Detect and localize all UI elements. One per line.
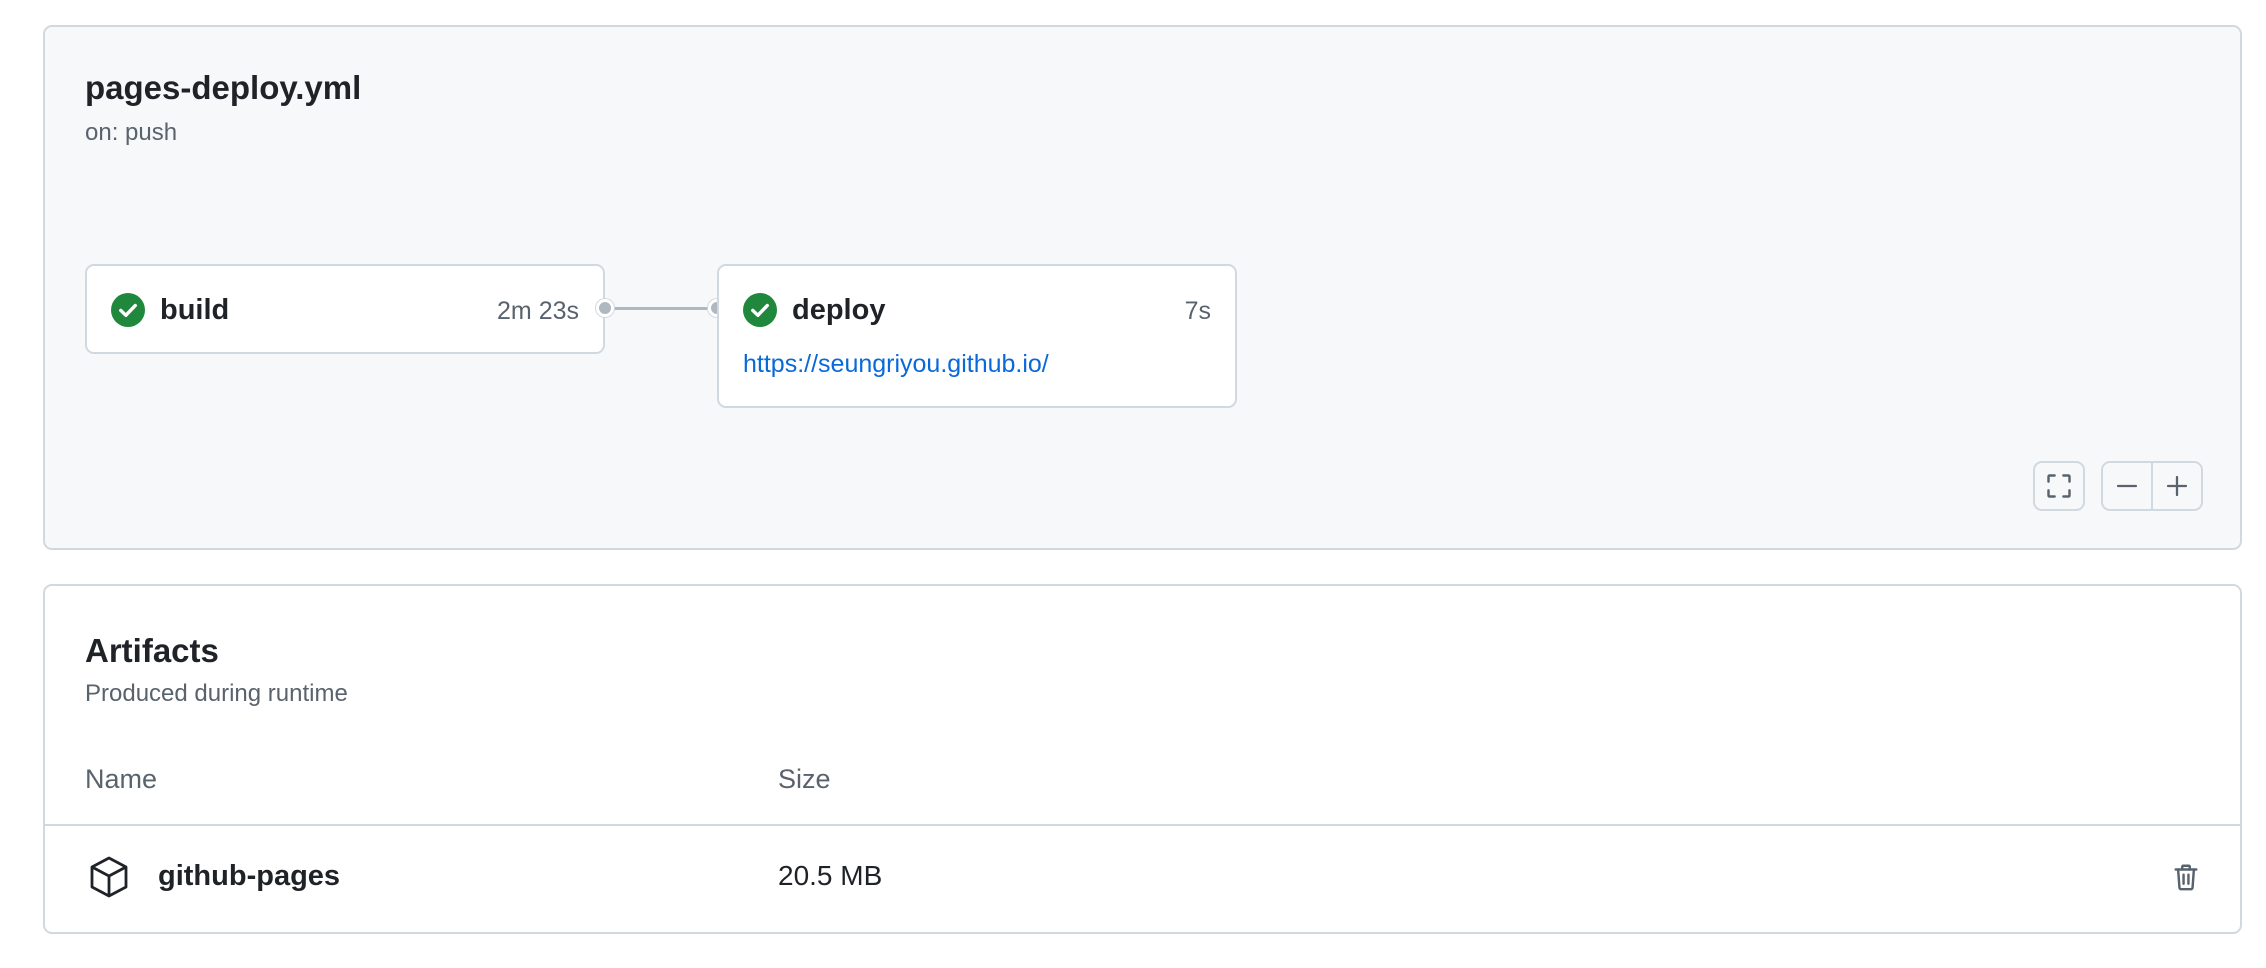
- artifacts-title: Artifacts: [85, 632, 219, 669]
- job-card-build[interactable]: build 2m 23s: [85, 264, 605, 354]
- workflow-trigger: on: push: [85, 119, 178, 146]
- artifacts-panel: Artifacts Produced during runtime Name S…: [43, 584, 2242, 934]
- job-name: deploy: [792, 294, 886, 326]
- column-header-name: Name: [85, 764, 158, 794]
- zoom-in-button[interactable]: [2151, 463, 2201, 509]
- artifact-name-link[interactable]: github-pages: [158, 860, 340, 893]
- artifacts-subtitle: Produced during runtime: [85, 680, 348, 707]
- check-circle-fill-icon: [111, 293, 145, 327]
- zoom-out-button[interactable]: [2103, 463, 2151, 509]
- zoom-controls: [2101, 461, 2203, 511]
- plus-icon: [2166, 475, 2188, 497]
- column-header-size: Size: [778, 764, 831, 794]
- job-name: build: [160, 294, 230, 326]
- package-icon: [90, 856, 128, 898]
- dash-icon: [2116, 484, 2138, 488]
- job-connector-line: [605, 307, 717, 310]
- delete-artifact-button[interactable]: [2167, 858, 2205, 896]
- screen-full-icon: [2047, 474, 2071, 498]
- artifact-size: 20.5 MB: [778, 860, 883, 891]
- check-circle-fill-icon: [743, 293, 777, 327]
- job-duration: 7s: [1184, 297, 1211, 325]
- workflow-graph-panel: pages-deploy.yml on: push build 2m 23s d…: [43, 25, 2242, 550]
- trash-icon: [2174, 864, 2198, 891]
- workflow-title[interactable]: pages-deploy.yml: [85, 69, 361, 107]
- fullscreen-button[interactable]: [2033, 461, 2085, 511]
- job-card-deploy[interactable]: deploy 7s https://seungriyou.github.io/: [717, 264, 1237, 408]
- deployment-url-link[interactable]: https://seungriyou.github.io/: [743, 350, 1049, 379]
- artifact-row: github-pages 20.5 MB: [45, 826, 2240, 934]
- connector-dot-out: [596, 299, 614, 317]
- job-duration: 2m 23s: [497, 297, 579, 325]
